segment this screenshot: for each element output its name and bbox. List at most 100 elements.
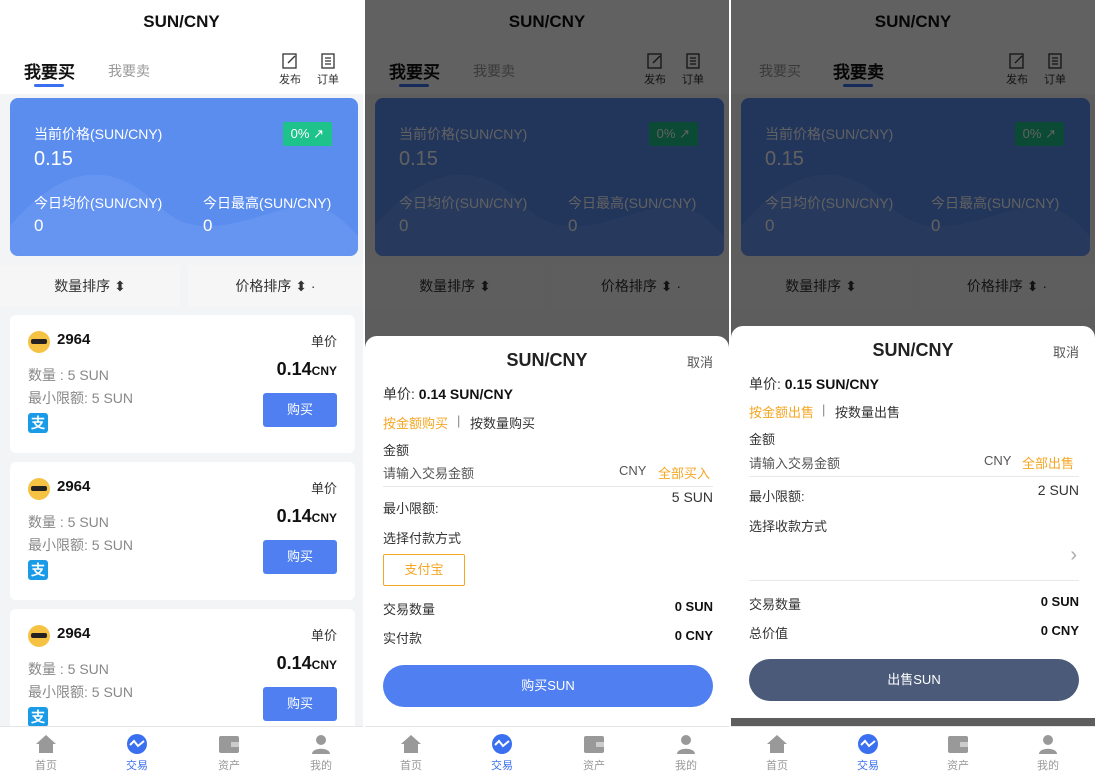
trade-icon xyxy=(127,734,147,754)
sheet-title: SUN/CNY xyxy=(506,350,588,370)
payment-method-label: 选择付款方式 xyxy=(383,531,462,546)
nav-home-label: 首页 xyxy=(400,760,422,772)
nav-assets-label: 资产 xyxy=(947,760,969,772)
paid-value: 0 CNY xyxy=(674,628,713,643)
nav-home[interactable]: 首页 xyxy=(752,733,802,773)
avatar xyxy=(28,331,50,353)
price-value: 0.14 xyxy=(276,359,312,379)
min-limit-label: 最小限额: xyxy=(749,489,805,504)
chevron-right-icon[interactable]: › xyxy=(1070,544,1077,567)
user-name: 2964 xyxy=(57,331,91,348)
nav-trade[interactable]: 交易 xyxy=(843,733,893,773)
mode-by-amount[interactable]: 按金额购买 xyxy=(383,413,448,432)
edit-icon xyxy=(282,53,297,69)
quantity: 数量 : 5 SUN xyxy=(28,514,109,530)
total-label: 总价值 xyxy=(749,626,789,641)
nav-assets[interactable]: 资产 xyxy=(569,733,619,773)
trend-up-icon: ↗ xyxy=(313,126,324,141)
amount-label: 金额 xyxy=(749,432,776,447)
market-screen-buy: SUN/CNY 我要买 我要卖 发布 订单 当前价格(SUN/CNY) 0.15… xyxy=(0,0,363,776)
price-value: 0.14 xyxy=(276,653,312,673)
buy-sun-button[interactable]: 购买SUN xyxy=(383,665,713,707)
amount-currency: CNY xyxy=(984,453,1012,468)
min-limit: 最小限额: 5 SUN xyxy=(28,684,134,700)
trade-tabs: 我要买 我要卖 发布 订单 xyxy=(0,44,363,94)
min-limit: 最小限额: 5 SUN xyxy=(28,537,134,553)
unit-price-row: 单价: 0.14 SUN/CNY xyxy=(383,384,513,404)
user-icon xyxy=(677,735,695,754)
amount-input[interactable]: 请输入交易金额 xyxy=(749,453,840,472)
paid-label: 实付款 xyxy=(383,631,423,646)
list-item: 2964 数量 : 5 SUN 最小限额: 5 SUN 支 单价 0.14CNY… xyxy=(10,462,355,600)
nav-mine-label: 我的 xyxy=(310,760,332,772)
avatar xyxy=(28,478,50,500)
nav-assets-label: 资产 xyxy=(583,760,605,772)
nav-mine[interactable]: 我的 xyxy=(296,733,346,773)
wallet-icon xyxy=(584,736,604,753)
buy-sheet: SUN/CNY 取消 单价: 0.14 SUN/CNY 按金额购买 | 按数量购… xyxy=(365,336,729,726)
price-currency: CNY xyxy=(311,364,337,378)
sort-by-price[interactable]: 价格排序 ⬍ · xyxy=(188,265,363,307)
nav-home[interactable]: 首页 xyxy=(386,733,436,773)
nav-mine[interactable]: 我的 xyxy=(661,733,711,773)
alipay-icon: 支 xyxy=(28,707,48,727)
trade-icon xyxy=(858,734,878,754)
mode-separator: | xyxy=(822,402,826,417)
tab-buy[interactable]: 我要买 xyxy=(24,58,75,83)
buy-all-button[interactable]: 全部买入 xyxy=(658,463,710,482)
nav-home-label: 首页 xyxy=(766,760,788,772)
unit-price-label: 单价: xyxy=(383,386,415,402)
quantity: 数量 : 5 SUN xyxy=(28,367,109,383)
price-card: 当前价格(SUN/CNY) 0.15 0% ↗ 今日均价(SUN/CNY) 0 … xyxy=(10,98,358,256)
trade-quantity-value: 0 SUN xyxy=(674,599,713,614)
publish-button[interactable]: 发布 xyxy=(276,52,304,87)
wallet-icon xyxy=(948,736,968,753)
buy-button[interactable]: 购买 xyxy=(263,687,337,721)
tab-sell[interactable]: 我要卖 xyxy=(108,61,150,81)
mode-by-amount[interactable]: 按金额出售 xyxy=(749,402,814,421)
nav-mine-label: 我的 xyxy=(1037,760,1059,772)
app-screens: SUN/CNY 我要买 我要卖 发布 订单 当前价格(SUN/CNY) 0.15… xyxy=(0,0,1095,776)
user-icon xyxy=(312,735,330,754)
min-limit-value: 2 SUN xyxy=(1037,482,1079,498)
nav-home[interactable]: 首页 xyxy=(21,733,71,773)
nav-trade[interactable]: 交易 xyxy=(112,733,162,773)
receive-method-label[interactable]: 选择收款方式 xyxy=(749,516,827,535)
nav-mine[interactable]: 我的 xyxy=(1023,733,1073,773)
nav-trade[interactable]: 交易 xyxy=(477,733,527,773)
nav-assets[interactable]: 资产 xyxy=(933,733,983,773)
sell-all-button[interactable]: 全部出售 xyxy=(1022,453,1074,472)
cancel-button[interactable]: 取消 xyxy=(1053,342,1079,361)
mode-by-quantity[interactable]: 按数量出售 xyxy=(835,402,900,421)
unit-price-label: 单价: xyxy=(749,376,781,392)
high-price-value: 0 xyxy=(203,216,213,235)
high-price-label: 今日最高(SUN/CNY) xyxy=(203,195,332,211)
user-icon xyxy=(1039,735,1057,754)
orders-label: 订单 xyxy=(317,74,339,86)
sell-sun-button[interactable]: 出售SUN xyxy=(749,659,1079,701)
buy-button[interactable]: 购买 xyxy=(263,540,337,574)
buy-button[interactable]: 购买 xyxy=(263,393,337,427)
nav-assets[interactable]: 资产 xyxy=(204,733,254,773)
sort-by-quantity[interactable]: 数量排序 ⬍ xyxy=(0,265,180,307)
mode-by-quantity[interactable]: 按数量购买 xyxy=(470,413,535,432)
market-screen-buy-sheet: SUN/CNY 我要买 我要卖 发布 订单 当前价格(SUN/CNY) 0.15… xyxy=(365,0,729,776)
unit-price-value: 0.15 SUN/CNY xyxy=(784,376,879,392)
divider xyxy=(749,580,1079,581)
orders-button[interactable]: 订单 xyxy=(314,52,342,87)
quantity: 数量 : 5 SUN xyxy=(28,661,109,677)
alipay-icon: 支 xyxy=(28,560,48,580)
trade-quantity-label: 交易数量 xyxy=(383,602,436,617)
alipay-option[interactable]: 支付宝 xyxy=(383,554,465,586)
bottom-nav: 首页 交易 资产 我的 xyxy=(365,726,729,776)
unit-price-value: 0.14 SUN/CNY xyxy=(418,386,513,402)
price-currency: CNY xyxy=(311,511,337,525)
tab-underline xyxy=(34,84,64,87)
cancel-button[interactable]: 取消 xyxy=(687,352,713,371)
mode-separator: | xyxy=(457,413,461,428)
publish-label: 发布 xyxy=(279,74,301,86)
wallet-icon xyxy=(219,736,239,753)
unit-price-label: 单价 xyxy=(310,481,337,496)
unit-price: 0.14CNY xyxy=(277,653,337,674)
amount-input[interactable]: 请输入交易金额 xyxy=(383,463,474,482)
